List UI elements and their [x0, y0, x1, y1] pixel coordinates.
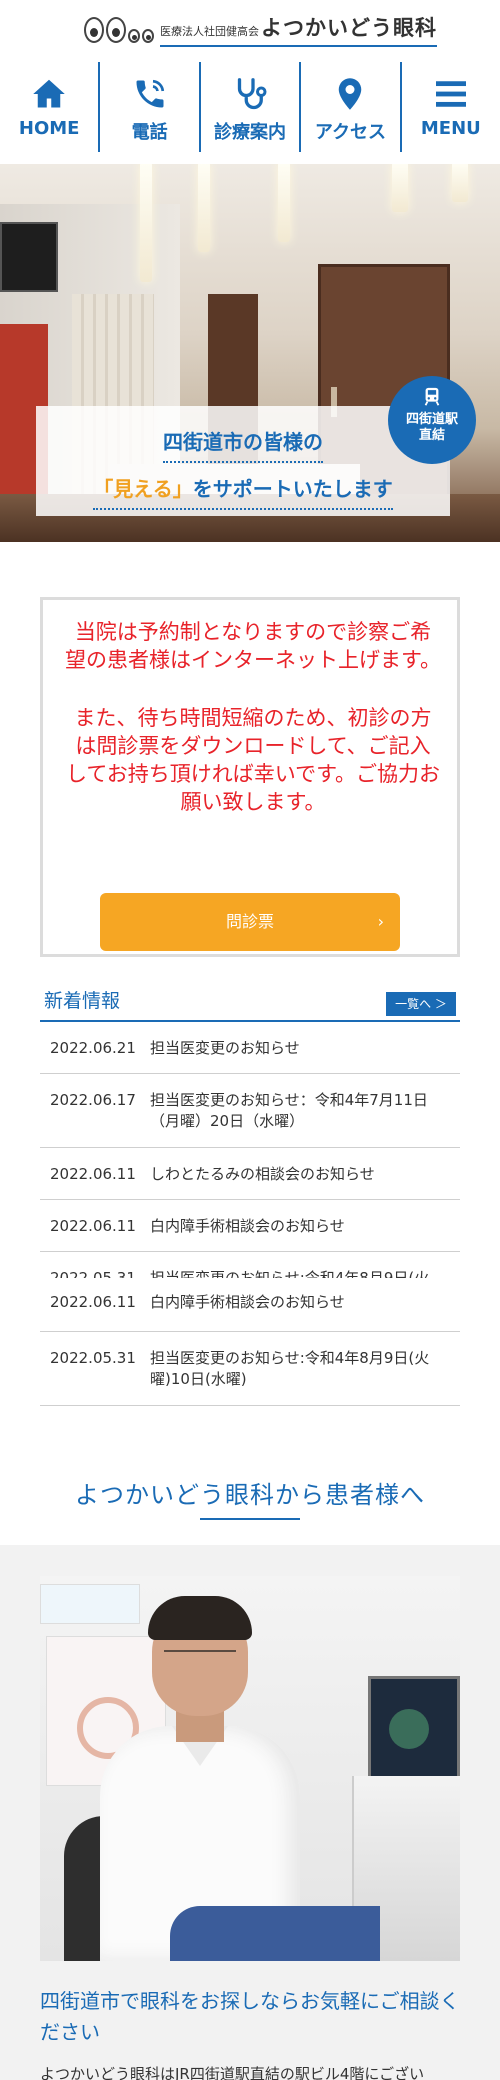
message-section-title: よつかいどう眼科から患者様へ — [75, 1481, 425, 1509]
message-heading: 四街道市で眼科をお探しならお気軽にご相談ください — [40, 1989, 460, 2044]
waiting-room-tv — [0, 222, 58, 292]
station-badge-line-2: 直結 — [418, 428, 445, 443]
nav-home-label: HOME — [18, 118, 80, 139]
news-text: 担当医変更のお知らせ — [150, 1039, 300, 1057]
news-date: 2022.05.31 — [50, 1349, 136, 1367]
news-item[interactable]: 2022.06.17 担当医変更のお知らせ：令和4年7月11日（月曜）20日（水… — [40, 1074, 460, 1148]
news-item[interactable]: 2022.06.11 白内障手術相談会のお知らせ — [40, 1200, 460, 1252]
eyes-logo-icon — [84, 16, 154, 43]
nav-access-label: アクセス — [314, 122, 386, 143]
hero-line-2: 「見える」をサポートいたします — [93, 473, 393, 510]
questionnaire-button[interactable]: 問診票 › — [100, 893, 400, 951]
news-item[interactable]: 2022.06.11 しわとたるみの相談会のお知らせ — [40, 1148, 460, 1200]
logo-subtitle: 医療法人社団健高会 — [160, 25, 259, 38]
nav-phone[interactable]: 電話 — [100, 62, 201, 152]
news-section: 新着情報 一覧へ ＞ 2022.06.21 担当医変更のお知らせ 2022.06… — [40, 982, 460, 1412]
train-icon — [424, 387, 440, 406]
news-more-button[interactable]: 一覧へ ＞ — [386, 992, 456, 1016]
news-date: 2022.06.11 — [50, 1217, 136, 1235]
news-date: 2022.06.21 — [50, 1039, 136, 1057]
notice-paragraph-1: 当院は予約制となりますので診察ご希望の患者様はインターネット上げます。 — [65, 620, 441, 672]
news-text: しわとたるみの相談会のお知らせ — [150, 1165, 375, 1183]
nav-clinic-info[interactable]: 診療案内 — [201, 62, 302, 152]
home-icon — [33, 79, 65, 108]
site-header: 医療法人社団健高会 よつかいどう眼科 — [0, 0, 500, 52]
news-date: 2022.06.17 — [50, 1091, 136, 1109]
news-text: 白内障手術相談会のお知らせ — [150, 1217, 345, 1235]
site-logo[interactable]: 医療法人社団健高会 よつかいどう眼科 — [84, 12, 437, 47]
news-text: 担当医変更のお知らせ：令和4年7月11日（月曜）20日（水曜） — [150, 1091, 428, 1130]
message-body: よつかいどう眼科はJR四街道駅直結の駅ビル4階にござい — [40, 2065, 425, 2080]
news-date: 2022.06.11 — [50, 1165, 136, 1183]
main-nav: HOME 電話 診療案内 アクセス MENU — [0, 62, 500, 152]
logo-title: よつかいどう眼科 — [261, 16, 437, 40]
hero-banner: 四街道市の皆様の 「見える」をサポートいたします 四街道駅 直結 — [0, 164, 500, 542]
stethoscope-icon — [237, 78, 267, 110]
nav-access[interactable]: アクセス — [301, 62, 402, 152]
reservation-notice: 当院は予約制となりますので診察ご希望の患者様はインターネット上げます。 また、待… — [40, 597, 460, 957]
news-item[interactable]: 2022.06.21 担当医変更のお知らせ — [40, 1022, 460, 1074]
hero-highlight: 「見える」 — [93, 477, 193, 501]
news-date: 2022.06.11 — [50, 1293, 136, 1311]
notice-paragraph-2: また、待ち時間短縮のため、初診の方は問診票をダウンロードして、ご記入してお持ち頂… — [65, 706, 440, 814]
map-pin-icon — [339, 78, 362, 110]
nav-menu[interactable]: MENU — [402, 62, 500, 152]
questionnaire-button-label: 問診票 — [225, 912, 274, 931]
nav-phone-label: 電話 — [131, 122, 168, 143]
news-item[interactable]: 2022.05.31 担当医変更のお知らせ:令和4年8月9日(火曜)10日(水曜… — [40, 1332, 460, 1406]
title-underline — [200, 1518, 300, 1520]
news-list: 2022.06.21 担当医変更のお知らせ 2022.06.17 担当医変更のお… — [40, 1022, 460, 1412]
nav-home[interactable]: HOME — [0, 62, 101, 152]
hamburger-icon — [435, 81, 466, 107]
news-title: 新着情報 — [44, 990, 121, 1012]
news-item[interactable]: 2022.06.11 白内障手術相談会のお知らせ — [40, 1278, 460, 1332]
station-badge[interactable]: 四街道駅 直結 — [388, 376, 476, 464]
doctor-photo — [40, 1576, 460, 1961]
phone-icon — [136, 79, 164, 108]
nav-menu-label: MENU — [420, 118, 481, 139]
station-badge-line-1: 四街道駅 — [405, 412, 458, 427]
hero-line-2-rest: をサポートいたします — [192, 477, 393, 501]
nav-clinic-info-label: 診療案内 — [214, 122, 287, 143]
news-text: 白内障手術相談会のお知らせ — [150, 1293, 345, 1311]
news-text: 担当医変更のお知らせ:令和4年8月9日(火曜)10日(水曜) — [150, 1349, 430, 1388]
hero-line-1: 四街道市の皆様の — [163, 426, 323, 463]
chevron-right-icon: › — [377, 912, 384, 931]
